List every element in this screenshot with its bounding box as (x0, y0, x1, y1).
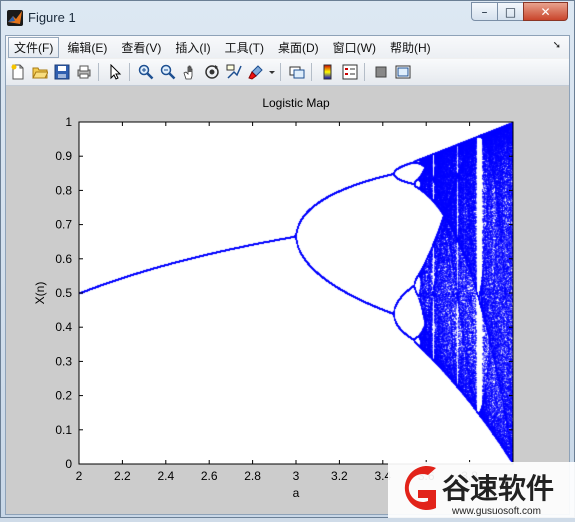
toolbar-separator (280, 63, 281, 81)
rotate-3d-icon[interactable] (202, 62, 222, 82)
bifurcation-points (79, 122, 513, 464)
y-tick-label: 0.2 (55, 389, 72, 403)
x-tick-label: 3.2 (331, 469, 348, 483)
data-cursor-icon[interactable] (224, 62, 244, 82)
y-tick-label: 0.5 (55, 286, 72, 300)
new-figure-icon[interactable] (8, 62, 28, 82)
x-tick-label: 2.2 (114, 469, 131, 483)
figure-toolbar (6, 59, 569, 86)
y-tick-label: 0 (65, 457, 72, 471)
menu-desktop[interactable]: 桌面(D) (272, 37, 325, 58)
select-arrow-icon[interactable] (105, 62, 125, 82)
y-tick-label: 0.6 (55, 252, 72, 266)
figure-window: Figure 1 – □ ✕ 文件(F) 编辑(E) 查看(V) 插入(I) 工… (0, 0, 575, 518)
toolbar-separator (129, 63, 130, 81)
toolbar-separator (311, 63, 312, 81)
toolbar-separator (98, 63, 99, 81)
y-tick-label: 0.7 (55, 218, 72, 232)
y-axis-label: X(n) (33, 282, 47, 305)
menu-file[interactable]: 文件(F) (8, 36, 60, 58)
matlab-app-icon (7, 10, 23, 26)
save-icon[interactable] (52, 62, 72, 82)
figure-client-area: 文件(F) 编辑(E) 查看(V) 插入(I) 工具(T) 桌面(D) 窗口(W… (5, 35, 570, 515)
y-tick-label: 0.4 (55, 320, 72, 334)
figure-canvas: Logistic Map 22.22.42.62.833.23.43.63.80… (6, 86, 569, 514)
y-tick-label: 0.9 (55, 149, 72, 163)
x-tick-label: 3 (293, 469, 300, 483)
menu-window[interactable]: 窗口(W) (327, 37, 382, 58)
y-tick-label: 1 (65, 115, 72, 129)
y-tick-label: 0.1 (55, 423, 72, 437)
x-tick-label: 2.6 (201, 469, 218, 483)
watermark-logo: 谷速软件 www.gusuosoft.com (388, 456, 575, 518)
watermark-brand: 谷速软件 (442, 473, 554, 504)
menu-insert[interactable]: 插入(I) (169, 37, 216, 58)
zoom-in-icon[interactable] (136, 62, 156, 82)
toolbar-separator (364, 63, 365, 81)
menu-view[interactable]: 查看(V) (115, 37, 167, 58)
brush-icon[interactable] (246, 62, 266, 82)
dropdown-arrow-icon[interactable] (268, 62, 276, 82)
title-bar[interactable]: Figure 1 – □ ✕ (1, 1, 574, 35)
menu-edit[interactable]: 编辑(E) (61, 37, 113, 58)
menu-tools[interactable]: 工具(T) (219, 37, 270, 58)
menu-bar: 文件(F) 编辑(E) 查看(V) 插入(I) 工具(T) 桌面(D) 窗口(W… (6, 36, 569, 58)
close-button[interactable]: ✕ (523, 2, 568, 21)
y-tick-label: 0.3 (55, 354, 72, 368)
chart-title: Logistic Map (262, 96, 330, 110)
print-icon[interactable] (74, 62, 94, 82)
menu-help[interactable]: 帮助(H) (384, 37, 437, 58)
x-tick-label: 2.8 (244, 469, 261, 483)
show-plot-tools-icon[interactable] (393, 62, 413, 82)
bifurcation-data (79, 122, 513, 464)
minimize-button[interactable]: – (471, 2, 498, 21)
menubar-overflow-icon[interactable]: ➘ (553, 40, 561, 51)
window-title: Figure 1 (28, 10, 76, 25)
maximize-button[interactable]: □ (497, 2, 524, 21)
pan-hand-icon[interactable] (180, 62, 200, 82)
open-file-icon[interactable] (30, 62, 50, 82)
legend-icon[interactable] (340, 62, 360, 82)
zoom-out-icon[interactable] (158, 62, 178, 82)
colorbar-icon[interactable] (318, 62, 338, 82)
watermark-url: www.gusuosoft.com (451, 506, 541, 517)
hide-plot-tools-icon[interactable] (371, 62, 391, 82)
link-plot-icon[interactable] (287, 62, 307, 82)
x-axis-label: a (293, 486, 300, 500)
logistic-map-chart[interactable]: Logistic Map 22.22.42.62.833.23.43.63.80… (6, 86, 569, 514)
y-tick-label: 0.8 (55, 183, 72, 197)
x-tick-label: 2 (76, 469, 83, 483)
x-tick-label: 2.4 (157, 469, 174, 483)
